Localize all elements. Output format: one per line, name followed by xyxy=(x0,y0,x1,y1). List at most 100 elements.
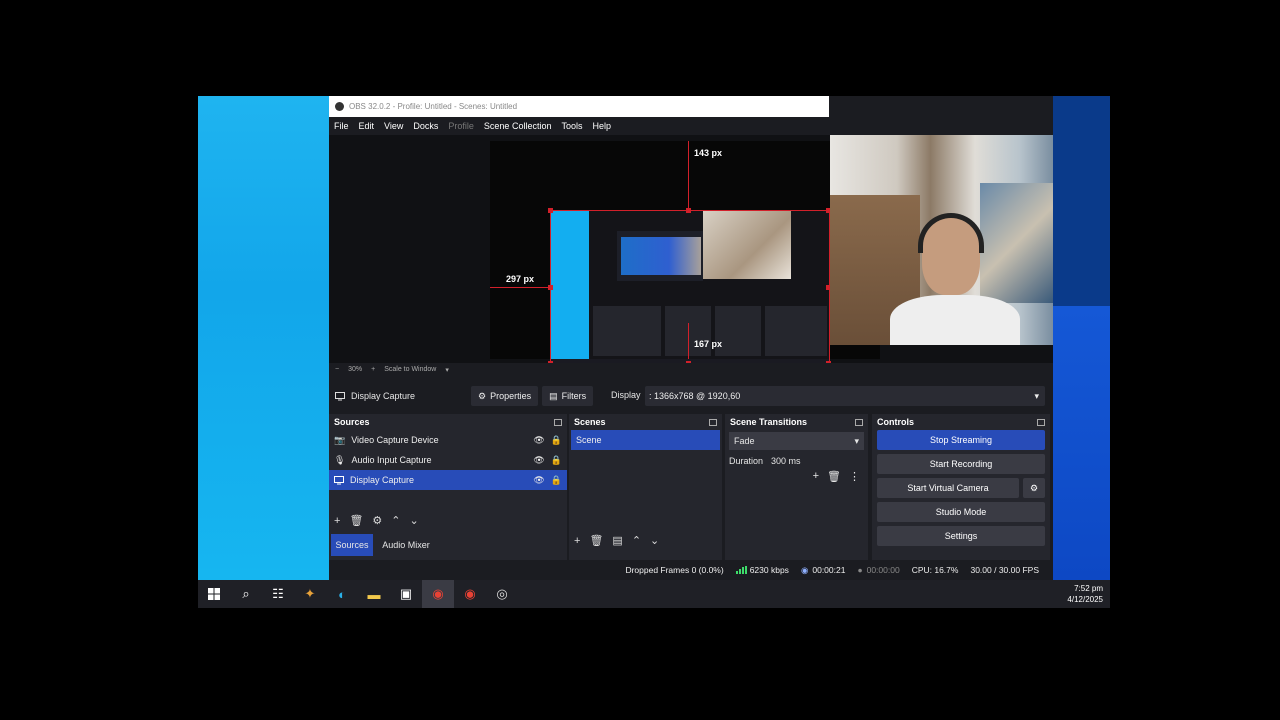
source-label: Audio Input Capture xyxy=(351,455,432,465)
tab-sources[interactable]: Sources xyxy=(331,534,373,556)
more-icon[interactable]: ⋮ xyxy=(849,470,860,483)
trash-icon[interactable]: 🗑 xyxy=(349,514,363,527)
zoom-in-button[interactable]: + xyxy=(371,366,375,373)
record-icon: ● xyxy=(857,565,863,575)
clock-time: 7:52 pm xyxy=(1074,584,1103,593)
duration-field[interactable]: 300 ms xyxy=(771,456,801,466)
stream-time: ◉ 00:00:21 xyxy=(801,565,846,576)
add-icon[interactable]: + xyxy=(334,515,340,527)
scenes-header: Scenes xyxy=(569,414,722,430)
transitions-dock: Scene Transitions Fade ▾ Duration 300 ms… xyxy=(725,414,868,560)
display-label: Display xyxy=(611,390,641,400)
resize-handle[interactable] xyxy=(548,208,553,213)
system-clock[interactable]: 7:52 pm 4/12/2025 xyxy=(1067,583,1103,605)
chevron-down-icon: ▾ xyxy=(854,435,859,446)
lock-icon[interactable]: 🔒 xyxy=(551,435,562,446)
filter-icon[interactable]: ▤ xyxy=(612,534,622,547)
popout-icon[interactable] xyxy=(554,418,562,426)
add-icon[interactable]: + xyxy=(813,470,819,483)
scenes-toolbar: + 🗑 ▤ ⌃ ⌄ xyxy=(574,534,659,548)
source-item-video-capture[interactable]: 📷 Video Capture Device 👁 🔒 xyxy=(329,430,567,450)
add-icon[interactable]: + xyxy=(574,535,580,547)
properties-button[interactable]: ⚙ Properties xyxy=(471,386,539,406)
popout-icon[interactable] xyxy=(1037,418,1045,426)
trash-icon[interactable]: 🗑 xyxy=(589,534,603,547)
menu-bar: File Edit View Docks Profile Scene Colle… xyxy=(329,117,1053,135)
start-recording-button[interactable]: Start Recording xyxy=(877,454,1045,474)
tab-audio-mixer[interactable]: Audio Mixer xyxy=(375,534,437,556)
chevron-down-icon: ▾ xyxy=(1034,390,1039,401)
filter-icon: ▤ xyxy=(549,390,558,401)
windows-start-icon[interactable] xyxy=(198,580,230,608)
scale-to-window[interactable]: Scale to Window xyxy=(384,366,436,373)
menu-help[interactable]: Help xyxy=(592,121,611,131)
context-bar: Display Capture ⚙ Properties ▤ Filters D… xyxy=(329,383,1053,409)
status-bar: Dropped Frames 0 (0.0%) 6230 kbps ◉ 00:0… xyxy=(329,560,1053,580)
display-select[interactable]: : 1366x768 @ 1920,60 ▾ xyxy=(645,386,1045,406)
desktop-wallpaper xyxy=(198,96,329,580)
source-item-audio-input[interactable]: 🎙 Audio Input Capture 👁 🔒 xyxy=(329,450,567,470)
chevron-down-icon[interactable]: ⌄ xyxy=(410,514,419,527)
stop-streaming-button[interactable]: Stop Streaming xyxy=(877,430,1045,450)
menu-edit[interactable]: Edit xyxy=(359,121,375,131)
properties-label: Properties xyxy=(490,391,532,401)
bottom-distance-label: 167 px xyxy=(694,339,723,349)
display-capture-source[interactable] xyxy=(550,210,830,366)
menu-scene-collection[interactable]: Scene Collection xyxy=(484,121,552,131)
chrome-icon[interactable]: ◉ xyxy=(454,580,486,608)
popout-icon[interactable] xyxy=(709,418,717,426)
store-icon[interactable]: ▣ xyxy=(390,580,422,608)
nested-panel xyxy=(765,306,827,356)
menu-profile[interactable]: Profile xyxy=(448,121,474,131)
chevron-up-icon[interactable]: ⌃ xyxy=(391,514,400,527)
eye-icon[interactable]: 👁 xyxy=(533,475,544,486)
window-title: OBS 32.0.2 - Profile: Untitled - Scenes:… xyxy=(349,102,518,111)
task-view-icon[interactable]: ☷ xyxy=(262,580,294,608)
menu-file[interactable]: File xyxy=(334,121,349,131)
menu-view[interactable]: View xyxy=(384,121,403,131)
studio-mode-button[interactable]: Studio Mode xyxy=(877,502,1045,522)
transition-select[interactable]: Fade ▾ xyxy=(729,432,864,450)
settings-button[interactable]: Settings xyxy=(877,526,1045,546)
dropped-frames: Dropped Frames 0 (0.0%) xyxy=(625,565,724,575)
trash-icon[interactable]: 🗑 xyxy=(827,470,841,483)
sources-title: Sources xyxy=(334,417,370,427)
rec-time-value: 00:00:00 xyxy=(866,565,900,575)
source-item-display-capture[interactable]: Display Capture 👁 🔒 xyxy=(329,470,567,490)
copilot-icon[interactable]: ✦ xyxy=(294,580,326,608)
start-virtual-camera-button[interactable]: Start Virtual Camera xyxy=(877,478,1019,498)
eye-icon[interactable]: 👁 xyxy=(533,435,544,446)
popout-icon[interactable] xyxy=(855,418,863,426)
context-source: Display Capture xyxy=(329,391,471,401)
chevron-up-icon[interactable]: ⌃ xyxy=(632,534,641,547)
eye-icon[interactable]: 👁 xyxy=(533,455,544,466)
chevron-down-icon[interactable]: ⌄ xyxy=(650,534,659,547)
file-explorer-icon[interactable]: ▬ xyxy=(358,580,390,608)
gear-icon[interactable]: ⚙ xyxy=(1023,478,1045,498)
webcam-feed[interactable] xyxy=(830,135,1053,345)
chevron-down-icon[interactable]: ▾ xyxy=(445,366,449,374)
preview-area[interactable]: 143 px 297 px xyxy=(329,135,1053,366)
sources-toolbar: + 🗑 ⚙ ⌃ ⌄ xyxy=(334,514,419,528)
scenes-dock: Scenes Scene + 🗑 ▤ ⌃ ⌄ xyxy=(569,414,722,560)
obs-icon[interactable]: ◎ xyxy=(486,580,518,608)
chrome-icon[interactable]: ◉ xyxy=(422,580,454,608)
lock-icon[interactable]: 🔒 xyxy=(551,475,562,486)
nested-wallpaper xyxy=(551,211,589,365)
context-source-name: Display Capture xyxy=(351,391,416,401)
filters-button[interactable]: ▤ Filters xyxy=(542,386,594,406)
scene-item[interactable]: Scene xyxy=(571,430,720,450)
gear-icon[interactable]: ⚙ xyxy=(372,514,382,527)
lock-icon[interactable]: 🔒 xyxy=(551,455,562,466)
edge-icon[interactable]: ◐ xyxy=(326,580,358,608)
display-value: : 1366x768 @ 1920,60 xyxy=(649,391,741,401)
menu-docks[interactable]: Docks xyxy=(413,121,438,131)
scenes-title: Scenes xyxy=(574,417,606,427)
zoom-out-button[interactable]: − xyxy=(335,366,339,373)
bottom-guide-line xyxy=(688,323,689,359)
menu-tools[interactable]: Tools xyxy=(561,121,582,131)
monitor-icon xyxy=(334,475,344,484)
camera-icon: 📷 xyxy=(334,434,346,445)
search-icon[interactable]: ⌕ xyxy=(230,580,262,608)
dock-tabs: Sources Audio Mixer xyxy=(329,534,567,556)
